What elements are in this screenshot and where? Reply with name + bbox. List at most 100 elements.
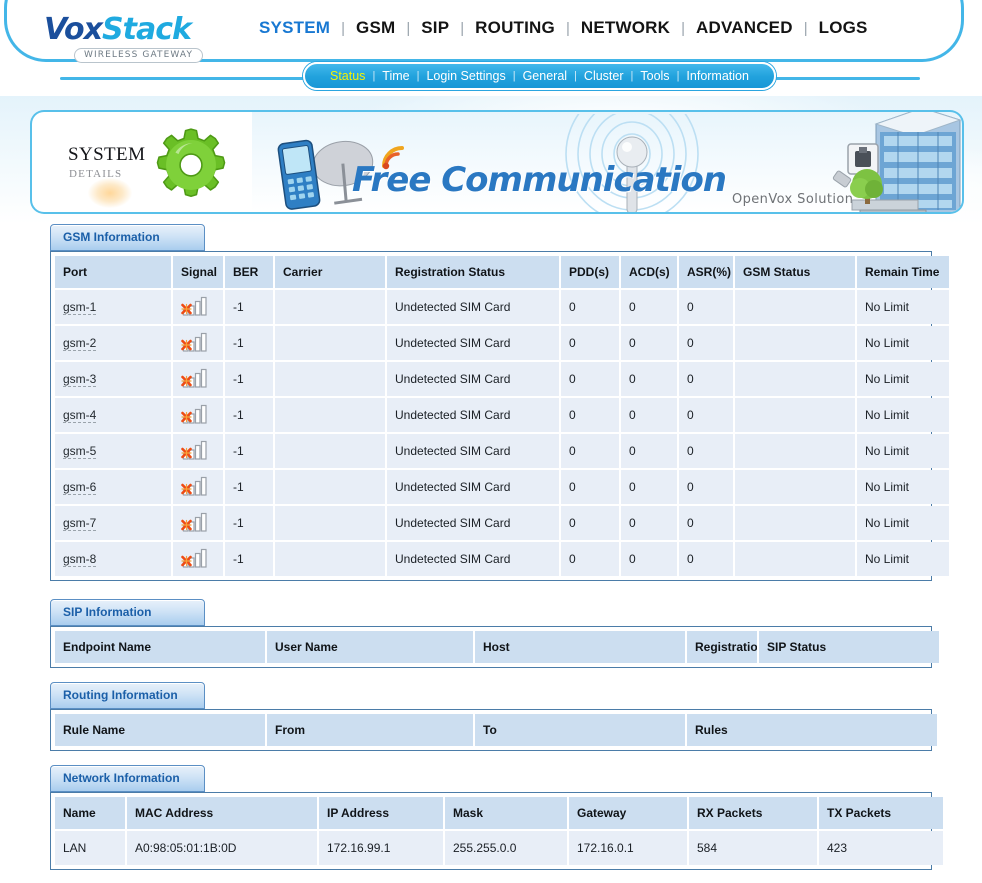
gsm-cell-gsm-status	[735, 398, 855, 432]
gsm-cell-pdd: 0	[561, 542, 619, 576]
gsm-cell-remain-time: No Limit	[857, 434, 949, 468]
gsm-cell-asr: 0	[679, 362, 733, 396]
gsm-cell-carrier	[275, 362, 385, 396]
subnav-item-tools[interactable]: Tools	[633, 69, 676, 83]
gsm-cell-gsm-status	[735, 542, 855, 576]
gsm-cell-registration-status: Undetected SIM Card	[387, 470, 559, 504]
subnav-item-time[interactable]: Time	[375, 69, 416, 83]
routing-information-header[interactable]: Routing Information	[50, 682, 205, 709]
gsm-port-link[interactable]: gsm-2	[63, 336, 97, 351]
gsm-cell-remain-time: No Limit	[857, 542, 949, 576]
nav-item-sip[interactable]: SIP	[410, 18, 460, 38]
network-cell-gateway: 172.16.0.1	[569, 831, 687, 865]
sip-col-endpoint-name: Endpoint Name	[55, 631, 265, 663]
network-cell-rx-packets: 584	[689, 831, 817, 865]
gsm-cell-acd: 0	[621, 326, 677, 360]
gsm-information-header[interactable]: GSM Information	[50, 224, 205, 251]
banner-system-title: SYSTEM	[68, 144, 146, 165]
gsm-cell-ber: -1	[225, 434, 273, 468]
sip-col-registration: Registration	[687, 631, 757, 663]
gsm-cell-registration-status: Undetected SIM Card	[387, 542, 559, 576]
gsm-port-link[interactable]: gsm-3	[63, 372, 97, 387]
gsm-cell-asr: 0	[679, 434, 733, 468]
routing-col-from: From	[267, 714, 473, 746]
nav-item-routing[interactable]: ROUTING	[464, 18, 566, 38]
gsm-cell-ber: -1	[225, 326, 273, 360]
gsm-cell-asr: 0	[679, 470, 733, 504]
gsm-cell-signal	[173, 362, 223, 396]
gsm-cell-pdd: 0	[561, 290, 619, 324]
logo-subtitle: WIRELESS GATEWAY	[74, 48, 204, 63]
sub-navigation-wrapper: Status | Time | Login Settings | General…	[0, 62, 982, 94]
system-details-card: SYSTEM DETAILS	[30, 110, 252, 214]
gsm-cell-acd: 0	[621, 542, 677, 576]
gsm-cell-asr: 0	[679, 326, 733, 360]
gsm-cell-pdd: 0	[561, 398, 619, 432]
gsm-table-row: gsm-1 -1 Undetected SIM Card 0 0 0 No Limit	[55, 290, 949, 324]
gsm-cell-asr: 0	[679, 542, 733, 576]
gsm-cell-signal	[173, 398, 223, 432]
gsm-cell-remain-time: No Limit	[857, 326, 949, 360]
network-information-header[interactable]: Network Information	[50, 765, 205, 792]
subnav-item-login-settings[interactable]: Login Settings	[419, 69, 512, 83]
network-col-ip-address: IP Address	[319, 797, 443, 829]
gsm-cell-remain-time: No Limit	[857, 506, 949, 540]
gsm-cell-acd: 0	[621, 362, 677, 396]
gsm-cell-registration-status: Undetected SIM Card	[387, 362, 559, 396]
section-sip-information: SIP Information Endpoint Name User Name …	[0, 599, 982, 668]
logo-vox-text: Vox	[44, 12, 103, 47]
gsm-col-carrier: Carrier	[275, 256, 385, 288]
gsm-cell-acd: 0	[621, 506, 677, 540]
sip-information-header[interactable]: SIP Information	[50, 599, 205, 626]
network-table-header-row: Name MAC Address IP Address Mask Gateway…	[55, 797, 943, 829]
nav-item-system[interactable]: SYSTEM	[248, 18, 341, 38]
network-table-body: LAN A0:98:05:01:1B:0D 172.16.99.1 255.255.0…	[55, 831, 943, 865]
gsm-cell-registration-status: Undetected SIM Card	[387, 506, 559, 540]
gsm-cell-remain-time: No Limit	[857, 470, 949, 504]
subnav-item-cluster[interactable]: Cluster	[577, 69, 631, 83]
gsm-cell-acd: 0	[621, 470, 677, 504]
gsm-cell-ber: -1	[225, 542, 273, 576]
network-table-row: LAN A0:98:05:01:1B:0D 172.16.99.1 255.255.0…	[55, 831, 943, 865]
nav-item-gsm[interactable]: GSM	[345, 18, 406, 38]
gsm-port-link[interactable]: gsm-5	[63, 444, 97, 459]
no-signal-icon	[181, 296, 207, 316]
brand-logo[interactable]: VoxStack	[44, 12, 192, 47]
gsm-table-row: gsm-2 -1 Undetected SIM Card 0 0 0 No Limit	[55, 326, 949, 360]
network-cell-ip-address: 172.16.99.1	[319, 831, 443, 865]
subnav-item-status[interactable]: Status	[323, 69, 372, 83]
network-cell-mask: 255.255.0.0	[445, 831, 567, 865]
gsm-cell-remain-time: No Limit	[857, 398, 949, 432]
network-col-name: Name	[55, 797, 125, 829]
gsm-table-header-row: Port Signal BER Carrier Registration Sta…	[55, 256, 949, 288]
gsm-port-link[interactable]: gsm-1	[63, 300, 97, 315]
gsm-port-link[interactable]: gsm-7	[63, 516, 97, 531]
gsm-cell-registration-status: Undetected SIM Card	[387, 398, 559, 432]
gsm-cell-pdd: 0	[561, 362, 619, 396]
subnav-item-general[interactable]: General	[516, 69, 574, 83]
gsm-port-link[interactable]: gsm-6	[63, 480, 97, 495]
routing-col-rule-name: Rule Name	[55, 714, 265, 746]
no-signal-icon	[181, 440, 207, 460]
subnav-item-information[interactable]: Information	[679, 69, 756, 83]
gsm-cell-asr: 0	[679, 290, 733, 324]
gear-icon	[156, 128, 226, 197]
gsm-cell-carrier	[275, 542, 385, 576]
nav-item-logs[interactable]: LOGS	[808, 18, 879, 38]
gsm-port-link[interactable]: gsm-4	[63, 408, 97, 423]
network-cell-name: LAN	[55, 831, 125, 865]
gsm-cell-acd: 0	[621, 290, 677, 324]
network-cell-mac-address: A0:98:05:01:1B:0D	[127, 831, 317, 865]
gsm-cell-port: gsm-8	[55, 542, 171, 576]
gsm-cell-carrier	[275, 290, 385, 324]
nav-item-advanced[interactable]: ADVANCED	[685, 18, 804, 38]
sip-col-user-name: User Name	[267, 631, 473, 663]
gsm-port-link[interactable]: gsm-8	[63, 552, 97, 567]
gsm-cell-remain-time: No Limit	[857, 362, 949, 396]
routing-table-header-row: Rule Name From To Rules	[55, 714, 937, 746]
banner-system-subtitle: DETAILS	[69, 168, 123, 180]
gsm-cell-ber: -1	[225, 398, 273, 432]
gsm-col-ber: BER	[225, 256, 273, 288]
nav-item-network[interactable]: NETWORK	[570, 18, 681, 38]
gsm-cell-signal	[173, 434, 223, 468]
